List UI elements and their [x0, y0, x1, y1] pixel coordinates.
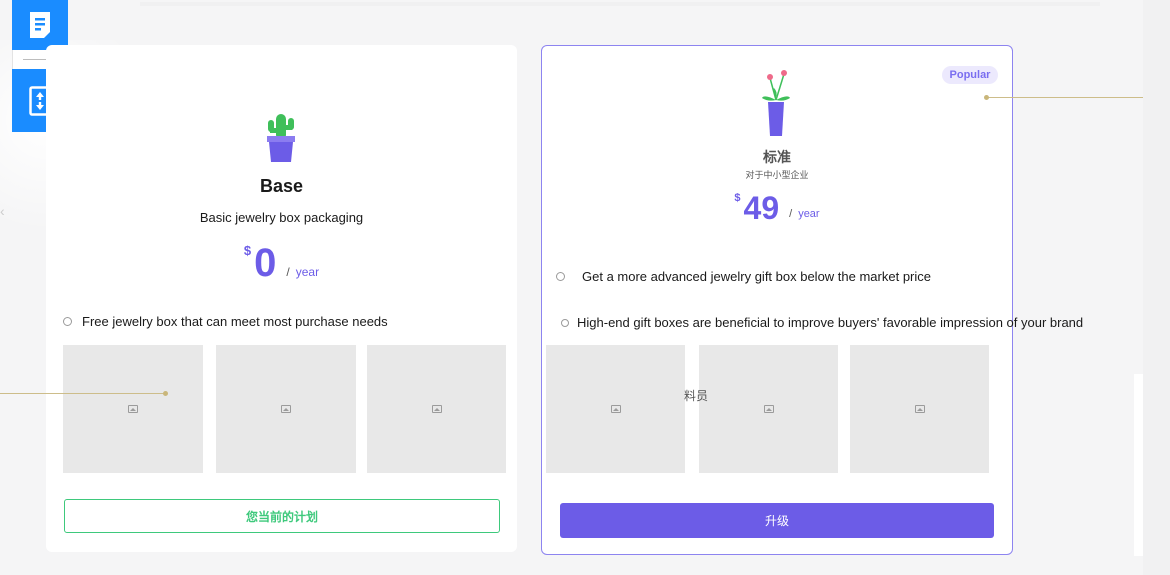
- currency-symbol: $: [243, 243, 252, 258]
- right-edge: [1143, 0, 1170, 575]
- feature-text: High-end gift boxes are beneficial to im…: [577, 315, 1084, 330]
- price-amount: 0: [254, 241, 277, 285]
- plan-subtitle: 对于中小型企业: [745, 170, 809, 180]
- current-plan-button[interactable]: 您当前的计划: [64, 499, 500, 533]
- image-icon: [610, 405, 621, 413]
- image-placeholder: [850, 345, 989, 473]
- image-placeholder: [546, 345, 685, 473]
- image-placeholder: [699, 345, 838, 473]
- plan-title: 标准: [763, 149, 791, 165]
- feature-text: Free jewelry box that can meet most purc…: [82, 314, 388, 329]
- feature-item: Free jewelry box that can meet most purc…: [63, 314, 388, 329]
- image-icon: [128, 405, 138, 413]
- image-placeholder: [367, 345, 506, 473]
- image-icon: [281, 405, 291, 413]
- plan-card-base: Base Basic jewelry box packaging $ 0 /ye…: [46, 45, 517, 552]
- plan-description: Basic jewelry box packaging: [199, 210, 364, 225]
- upgrade-button[interactable]: 升级: [560, 503, 994, 538]
- price-display: $ 0 /year: [46, 243, 517, 283]
- bullet-icon: [561, 318, 569, 327]
- plan-card-standard: Popular 标准 对于中小型企业 $ 49 /year Get a more…: [541, 45, 1083, 555]
- image-placeholder: [63, 345, 203, 473]
- popular-badge: Popular: [942, 66, 998, 84]
- image-placeholder: [216, 345, 356, 473]
- image-icon: [431, 405, 442, 413]
- document-icon: [30, 12, 50, 38]
- feature-item: Get a more advanced jewelry gift box bel…: [556, 269, 931, 284]
- plan-title: Base: [259, 176, 304, 196]
- flower-vase-icon: [762, 70, 790, 136]
- document-tool-button[interactable]: [12, 0, 68, 50]
- bullet-icon: [556, 272, 565, 281]
- billing-period: / year: [789, 208, 820, 220]
- cactus-pot-icon: [267, 114, 295, 162]
- currency-symbol: $: [734, 192, 741, 204]
- billing-period: / year: [286, 265, 320, 279]
- image-icon: [914, 405, 925, 413]
- guide-dot-right: [984, 95, 989, 100]
- price-display: $ 49 /year: [542, 192, 1012, 224]
- guide-line-left: [0, 393, 166, 394]
- overlap-text: 料员: [684, 389, 709, 403]
- guide-dot-left: [163, 391, 168, 396]
- bullet-icon: [63, 317, 72, 326]
- chevron-left-icon: ‹: [0, 203, 5, 219]
- period-label: year: [295, 265, 320, 279]
- image-icon: [763, 405, 774, 413]
- feature-item: High-end gift boxes are beneficial to im…: [561, 315, 1083, 330]
- price-amount: 49: [743, 190, 780, 226]
- period-label: year: [798, 208, 820, 220]
- feature-text: Get a more advanced jewelry gift box bel…: [582, 269, 932, 284]
- top-divider: [140, 2, 1100, 6]
